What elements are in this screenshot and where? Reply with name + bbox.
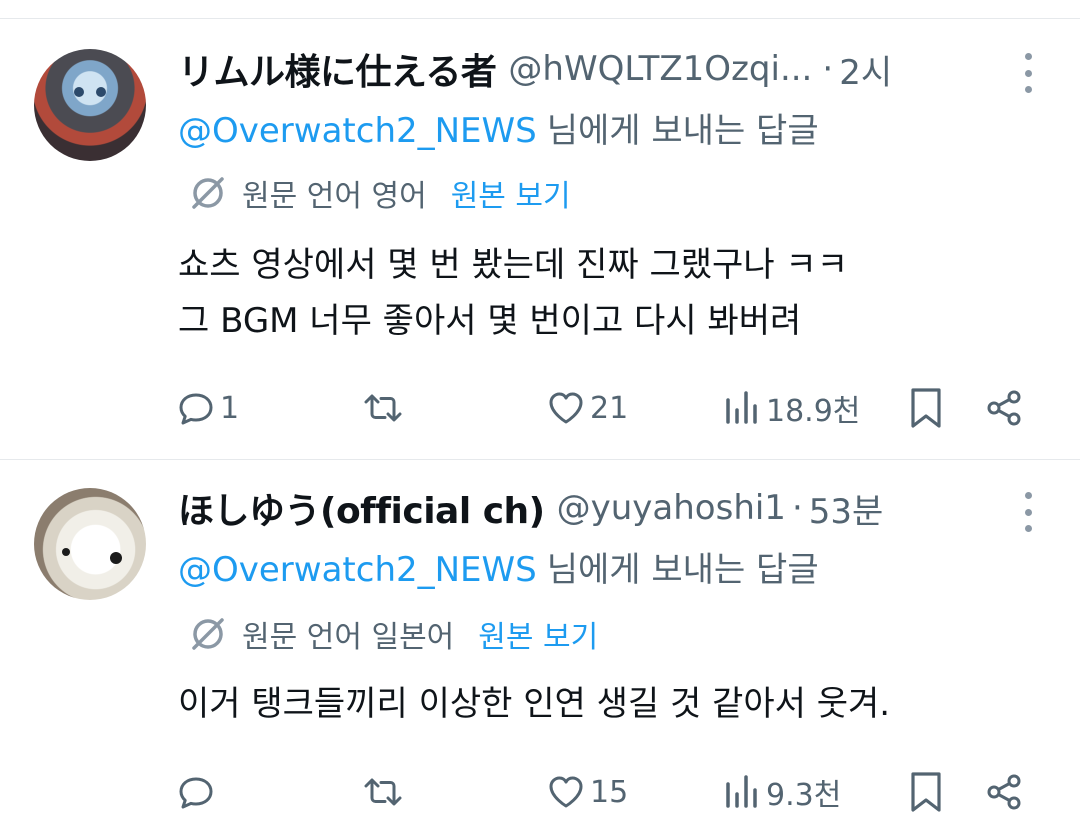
more-icon[interactable]: [1022, 53, 1034, 93]
views-icon: [726, 391, 757, 424]
reply-button[interactable]: 1: [176, 386, 239, 430]
avatar[interactable]: [34, 488, 146, 600]
retweet-icon: [364, 394, 402, 422]
reply-button[interactable]: [176, 770, 220, 814]
like-count: 15: [590, 774, 629, 810]
reply-mention[interactable]: @Overwatch2_NEWS: [178, 111, 537, 151]
retweet-button[interactable]: [360, 386, 406, 430]
reply-count: 1: [220, 390, 240, 426]
view-count: 18.9천: [766, 394, 861, 429]
reply-icon: [179, 393, 213, 425]
user-handle[interactable]: @yuyahoshi1: [557, 488, 786, 528]
like-button[interactable]: 15: [546, 770, 628, 814]
retweet-icon: [364, 778, 402, 806]
tweet-header: ほしゆう(official ch) @yuyahoshi1 · 53분: [178, 482, 1080, 534]
reply-icon: [179, 777, 213, 809]
translation-bar: 원문 언어 일본어 원본 보기: [188, 612, 598, 656]
source-language: 원문 언어 영어: [242, 179, 427, 214]
tweet-text-line: 그 BGM 너무 좋아서 몇 번이고 다시 봐버려: [178, 301, 802, 341]
like-button[interactable]: 21: [546, 386, 628, 430]
share-icon: [987, 390, 1021, 426]
source-language: 원문 언어 일본어: [242, 620, 455, 655]
views-button[interactable]: 9.3천: [722, 770, 841, 814]
action-bar: 15 9.3천: [0, 770, 1080, 814]
bookmark-button[interactable]: [906, 770, 946, 814]
reply-suffix: 님에게 보내는 답글: [546, 111, 819, 151]
share-button[interactable]: [984, 386, 1024, 430]
views-button[interactable]: 18.9천: [722, 386, 860, 430]
user-handle[interactable]: @hWQLTZ1Ozqi...: [508, 49, 812, 89]
avatar[interactable]: [34, 49, 146, 161]
translate-icon: [192, 177, 224, 209]
reply-mention[interactable]: @Overwatch2_NEWS: [178, 550, 537, 590]
reply-context: @Overwatch2_NEWS 님에게 보내는 답글: [178, 103, 819, 152]
tweet[interactable]: ほしゆう(official ch) @yuyahoshi1 · 53분 @Ove…: [0, 460, 1080, 829]
bookmark-icon: [911, 388, 941, 428]
heart-icon: [549, 392, 583, 424]
timestamp[interactable]: 2시: [839, 45, 892, 94]
views-icon: [726, 775, 757, 808]
view-count: 9.3천: [766, 778, 842, 813]
reply-context: @Overwatch2_NEWS 님에게 보내는 답글: [178, 542, 819, 591]
tweet[interactable]: リムル様に仕える者 @hWQLTZ1Ozqi... · 2시 @Overwatc…: [0, 19, 1080, 459]
action-bar: 1 21 18.9천: [0, 386, 1080, 430]
translation-bar: 원문 언어 영어 원본 보기: [188, 171, 571, 215]
bookmark-icon: [911, 772, 941, 812]
bookmark-button[interactable]: [906, 386, 946, 430]
share-button[interactable]: [984, 770, 1024, 814]
heart-icon: [549, 776, 583, 808]
reply-suffix: 님에게 보내는 답글: [546, 550, 819, 590]
tweet-header: リムル様に仕える者 @hWQLTZ1Ozqi... · 2시: [178, 43, 1080, 95]
share-icon: [987, 774, 1021, 810]
display-name[interactable]: ほしゆう(official ch): [178, 482, 545, 534]
like-count: 21: [590, 390, 629, 426]
timestamp[interactable]: 53분: [809, 484, 884, 533]
show-original-link[interactable]: 원본 보기: [451, 171, 571, 215]
display-name[interactable]: リムル様に仕える者: [178, 43, 497, 95]
show-original-link[interactable]: 원본 보기: [478, 612, 598, 656]
retweet-button[interactable]: [360, 770, 406, 814]
more-icon[interactable]: [1022, 492, 1034, 532]
tweet-text: 이거 탱크들끼리 이상한 인연 생길 것 같아서 웃겨.: [178, 676, 890, 732]
tweet-text-line: 쇼츠 영상에서 몇 번 봤는데 진짜 그랬구나 ㅋㅋ: [178, 245, 848, 285]
time-separator: ·: [791, 488, 803, 528]
tweet-text: 쇼츠 영상에서 몇 번 봤는데 진짜 그랬구나 ㅋㅋ 그 BGM 너무 좋아서 …: [178, 237, 848, 349]
time-separator: ·: [822, 49, 834, 89]
tweet-text-line: 이거 탱크들끼리 이상한 인연 생길 것 같아서 웃겨.: [178, 684, 891, 724]
translate-icon: [192, 618, 224, 650]
